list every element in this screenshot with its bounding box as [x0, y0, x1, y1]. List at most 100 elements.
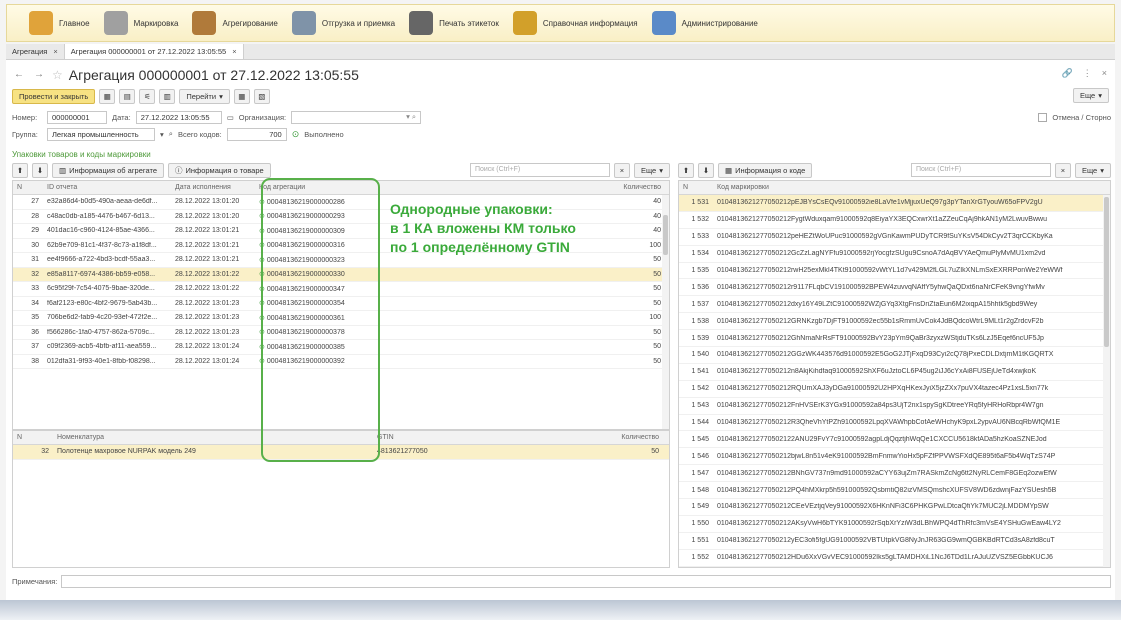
table-row[interactable]: 1 546 0104813621277050212bjwL8n51v4eK9100… [679, 448, 1110, 466]
menu-item-label: Главное [59, 18, 90, 28]
goto-button[interactable]: Перейти ▾ [179, 88, 230, 104]
link-icon[interactable]: 🔗 [1062, 68, 1073, 79]
column-header[interactable]: Дата исполнения [171, 184, 255, 191]
menu-item[interactable]: Маркировка [103, 8, 179, 38]
table-row[interactable]: 32 Полотенце махровое NURPAK модель 249 48… [13, 445, 669, 460]
move-up-icon[interactable]: ⬆ [12, 162, 28, 178]
post-and-close-button[interactable]: Провести и закрыть [12, 88, 96, 104]
menu-item[interactable]: Отгрузка и приемка [291, 8, 395, 38]
move-down-icon[interactable]: ⬇ [698, 162, 714, 178]
column-header[interactable]: Номенклатура [53, 434, 373, 441]
column-header[interactable]: Код агрегации [255, 184, 365, 191]
menu-item[interactable]: Агрегирование [192, 8, 278, 38]
column-header[interactable]: Количество [593, 434, 663, 441]
notes-field[interactable] [61, 574, 1111, 588]
table-row[interactable]: 1 533 0104813621277050212peHEZtWoUPuc9100… [679, 229, 1110, 246]
more-vertical-icon[interactable]: ⋮ [1083, 68, 1092, 79]
column-header[interactable]: N [13, 434, 53, 441]
table-row[interactable]: 1 551 0104813621277050212yEC3ofi5fgUG9100… [679, 533, 1110, 550]
left-more-button[interactable]: Еще ▾ [633, 162, 670, 178]
cell-n: 1 532 [691, 216, 709, 224]
table-row[interactable]: 1 534 0104813621277050212GcZzLagNYFfu9100… [679, 246, 1110, 263]
right-more-button[interactable]: Еще ▾ [1074, 162, 1111, 178]
calendar-icon[interactable]: ▭ [227, 113, 234, 122]
table-row[interactable]: 1 531 0104813621277050212pEJBYsCsEQv91000… [679, 195, 1110, 212]
table-row[interactable]: 1 541 0104813621277050212n8AkjKihdfaq9100… [679, 364, 1110, 381]
tab-aggregation-list[interactable]: Агрегация × [6, 44, 65, 59]
table-row[interactable]: 1 549 0104813621277050212CEeVEztjqVey9100… [679, 499, 1110, 516]
table-row[interactable]: 1 552 0104813621277050212HDu6XxVGvVEC9100… [679, 550, 1110, 567]
organization-field[interactable]: ▾ ⌕ [291, 110, 422, 124]
close-icon[interactable]: × [1102, 68, 1107, 79]
menu-item[interactable]: Главное [29, 8, 90, 38]
table-row[interactable]: 1 538 0104813621277050212GRNKzgb7DjFT9100… [679, 313, 1110, 331]
table-icon[interactable]: ▦ [233, 88, 250, 104]
table-row[interactable]: 32 e85a8117-6974-4386-bb59-e058... 28.12.2… [13, 267, 669, 282]
column-header[interactable]: Код маркировки [713, 184, 1103, 191]
table-row[interactable]: 1 535 0104813621277050212rwH25exMkI4TKt91… [679, 263, 1110, 280]
table-row[interactable]: 1 548 0104813621277050212PQ4hMXkrp5h59100… [679, 482, 1110, 500]
number-field[interactable]: 000000001 [47, 110, 107, 124]
cell-id: c48ac0db-a185-4476-b467-6d13... [47, 212, 155, 220]
code-info-button[interactable]: ▦ Информация о коде [718, 162, 813, 178]
move-down-icon[interactable]: ⬇ [32, 162, 48, 178]
column-header[interactable]: N [679, 184, 713, 191]
clear-search-icon[interactable]: × [613, 162, 630, 178]
cell-code: 0104813621277050212GhNmaNrRsFT91000592Bv… [717, 334, 1044, 342]
cell-code: 0104813621277050212FnHVSErK3YGx91000592a… [717, 402, 1044, 410]
table-row[interactable]: 34 f6af2123-e80c-4bf2-9679-5ab43b... 28.12… [13, 297, 669, 311]
table-row[interactable]: 1 537 0104813621277050212dxy16Y49LZtC9100… [679, 296, 1110, 314]
menu-item[interactable]: Печать этикеток [409, 8, 499, 38]
clear-search-icon[interactable]: × [1054, 162, 1071, 178]
table-row[interactable]: 36 f566286c-1fa0-4757-862a-5709c... 28.12.… [13, 326, 669, 340]
codes-count-field[interactable]: 700 [226, 127, 287, 141]
scrollbar[interactable] [662, 195, 669, 429]
tab-aggregation-doc[interactable]: Агрегация 000000001 от 27.12.2022 13:05:… [64, 44, 244, 59]
forward-arrow-icon[interactable]: → [32, 68, 46, 82]
favorite-star-icon[interactable]: ☆ [52, 68, 63, 82]
scrollbar[interactable] [1103, 195, 1110, 567]
aggregate-info-button[interactable]: ▥ Информация об агрегате [52, 162, 164, 178]
open-icon[interactable]: ⌕ [169, 129, 173, 139]
left-search-input[interactable]: Поиск (Ctrl+F) [469, 163, 610, 177]
table-row[interactable]: 1 545 01048136212770502122ANU29FvY7c91000… [679, 431, 1110, 449]
table-row[interactable]: 1 543 0104813621277050212FnHVSErK3YGx9100… [679, 398, 1110, 415]
table-row[interactable]: 38 012dfa31-9f93-40e1-8fbb-f08298... 28.12… [13, 355, 669, 369]
table-row[interactable]: 1 536 0104813621277050212r9117FLqbCV19100… [679, 279, 1110, 297]
close-icon[interactable]: × [232, 47, 236, 56]
back-arrow-icon[interactable]: ← [12, 68, 26, 82]
cell-n: 32 [41, 448, 49, 456]
post-icon[interactable]: ▤ [119, 88, 136, 104]
attach-icon[interactable]: ▧ [253, 88, 270, 104]
report-icon[interactable]: ▥ [159, 88, 176, 104]
column-header[interactable]: N [13, 184, 43, 191]
table-row[interactable]: 35 706be6d2-fab9-4c20-93ef-472f2e... 28.12… [13, 311, 669, 326]
menu-item[interactable]: Справочная информация [512, 8, 638, 38]
close-icon[interactable]: × [53, 47, 57, 56]
save-icon[interactable]: ▦ [99, 88, 116, 104]
table-row[interactable]: 1 547 0104813621277050212BNhGV737n9md9100… [679, 465, 1110, 483]
dropdown-icon[interactable]: ▾ [160, 130, 164, 139]
table-row[interactable]: 1 540 0104813621277050212GGzWK443576d9100… [679, 347, 1110, 364]
move-up-icon[interactable]: ⬆ [678, 162, 694, 178]
more-button[interactable]: Еще ▾ [1072, 88, 1109, 103]
right-search-input[interactable]: Поиск (Ctrl+F) [910, 163, 1051, 177]
table-row[interactable]: 33 6c95f29f-7c54-4075-9bae-320de... 28.12.… [13, 282, 669, 297]
structure-icon[interactable]: ⚟ [139, 88, 156, 104]
table-row[interactable]: 1 544 0104813621277050212R3QheVhYtPZh9100… [679, 415, 1110, 432]
table-row[interactable]: 1 539 0104813621277050212GhNmaNrRsFT91000… [679, 330, 1110, 348]
table-row[interactable]: 1 550 0104813621277050212AKsyVwH6bTYK9100… [679, 516, 1110, 533]
column-header[interactable]: Количество [365, 184, 665, 191]
table-row[interactable]: 1 542 0104813621277050212RQUmXAJ3yDGa9100… [679, 381, 1110, 398]
date-field[interactable]: 27.12.2022 13:05:55 [135, 110, 222, 124]
table-row[interactable]: 37 c09f2369-acb5-4bfb-af11-aea559... 28.12… [13, 340, 669, 355]
storno-checkbox[interactable] [1038, 112, 1048, 122]
column-header[interactable]: GTIN [373, 434, 593, 441]
menu-item[interactable]: Администрирование [651, 8, 758, 38]
cell-id: f566286c-1fa0-4757-862a-5709c... [47, 328, 155, 336]
column-header[interactable]: ID отчета [43, 184, 171, 191]
group-field[interactable]: Легкая промышленность [47, 127, 155, 141]
goods-info-button[interactable]: ⓘ Информация о товаре [168, 162, 271, 178]
table-row[interactable]: 1 532 0104813621277050212FygtWduxqam91000… [679, 212, 1110, 229]
menu-item-label: Маркировка [133, 18, 179, 28]
